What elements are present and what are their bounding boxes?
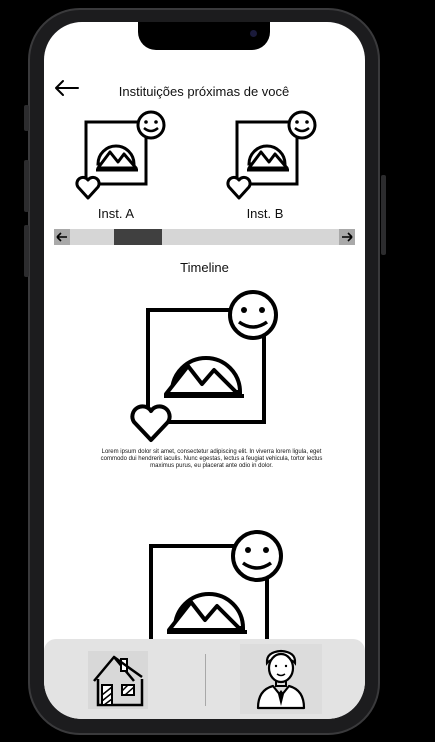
front-camera bbox=[250, 30, 257, 37]
smiley-icon bbox=[136, 110, 166, 140]
institution-card-b[interactable]: Inst. B bbox=[225, 110, 335, 222]
mute-switch bbox=[24, 105, 29, 131]
institution-label-b: Inst. B bbox=[246, 206, 284, 221]
scroll-left-button[interactable] bbox=[54, 229, 70, 245]
heart-icon bbox=[226, 175, 252, 200]
back-button[interactable] bbox=[54, 78, 80, 98]
scroll-right-button[interactable] bbox=[339, 229, 355, 245]
timeline-title: Timeline bbox=[180, 260, 229, 275]
profile-icon bbox=[256, 649, 306, 710]
heart-icon[interactable] bbox=[130, 404, 172, 442]
institution-label-a: Inst. A bbox=[97, 206, 135, 221]
home-icon bbox=[93, 655, 144, 707]
timeline-post-text: Lorem ipsum dolor sit amet, consectetur … bbox=[100, 449, 323, 469]
timeline-post-image[interactable] bbox=[126, 290, 282, 446]
institution-card-a[interactable]: Inst. A bbox=[74, 110, 184, 222]
smiley-icon bbox=[228, 290, 278, 340]
arrow-right-icon bbox=[342, 232, 353, 242]
smiley-icon bbox=[287, 110, 317, 140]
home-button[interactable] bbox=[88, 651, 148, 709]
power-button bbox=[381, 175, 386, 255]
scroll-thumb[interactable] bbox=[114, 229, 163, 245]
timeline-post-image-2[interactable] bbox=[129, 524, 289, 654]
bottom-navigation bbox=[44, 639, 365, 719]
image-placeholder-icon bbox=[75, 110, 166, 200]
heart-icon bbox=[75, 175, 101, 200]
volume-down-button bbox=[24, 225, 29, 277]
nav-divider bbox=[205, 654, 206, 706]
profile-button[interactable] bbox=[240, 644, 322, 714]
image-placeholder-icon bbox=[226, 110, 317, 200]
screen: Instituições próximas de você Inst. A In… bbox=[44, 22, 365, 719]
volume-up-button bbox=[24, 160, 29, 212]
smiley-icon bbox=[231, 530, 283, 582]
arrow-left-icon bbox=[55, 80, 79, 96]
arrow-left-icon bbox=[56, 232, 67, 242]
institutions-scrollbar[interactable] bbox=[54, 229, 355, 245]
page-title: Instituições próximas de você bbox=[118, 84, 290, 99]
notch bbox=[138, 22, 270, 50]
